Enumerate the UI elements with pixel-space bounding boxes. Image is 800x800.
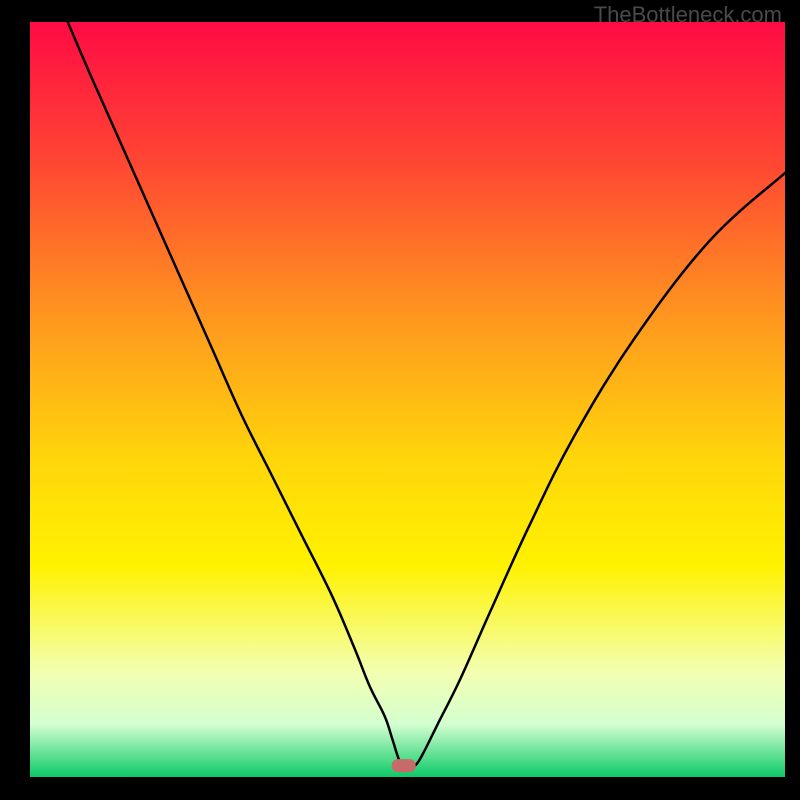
bottleneck-chart — [30, 22, 785, 777]
chart-svg — [30, 22, 785, 777]
gradient-background — [30, 22, 785, 777]
minimum-marker — [392, 759, 416, 772]
chart-frame — [15, 22, 785, 792]
